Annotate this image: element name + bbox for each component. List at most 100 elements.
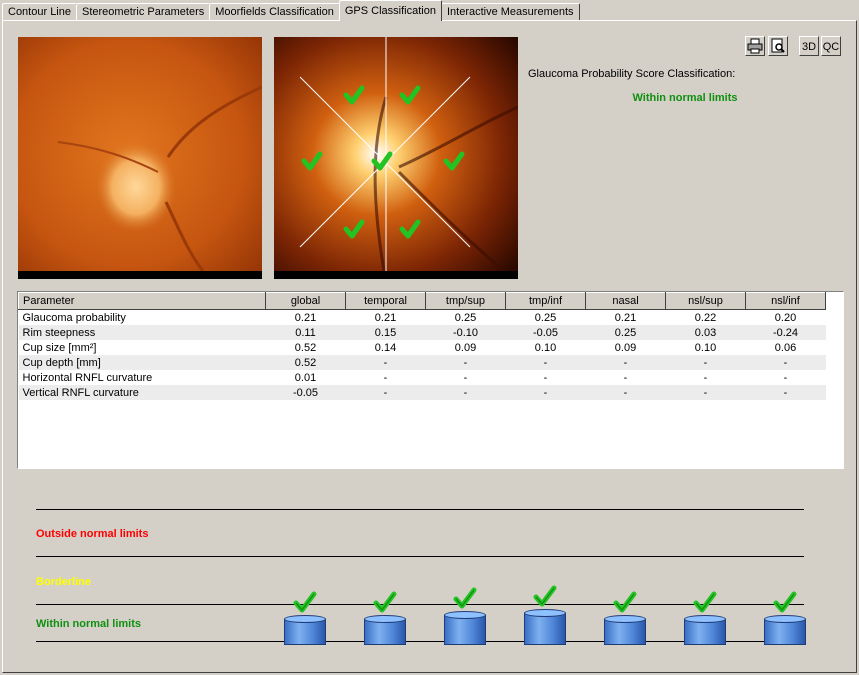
parameter-value-cell: -0.10 [425,325,506,340]
sector-bar [604,615,646,645]
tab-interactive-measurements[interactable]: Interactive Measurements [440,3,580,21]
table-header-row: Parameter global temporal tmp/sup tmp/in… [18,292,826,310]
check-icon [373,591,397,613]
sector-bar [364,615,406,645]
parameter-value-cell: 0.06 [774,341,797,354]
parameter-name-cell: Cup depth [mm] [18,355,266,370]
parameter-value-cell: -0.05 [505,325,586,340]
3d-button[interactable]: 3D [799,36,819,56]
parameter-value-cell: - [623,371,628,384]
column-header[interactable]: temporal [345,292,426,310]
parameter-value-cell: -0.05 [265,385,346,400]
topography-map [274,37,518,279]
parameter-value-cell: 0.09 [614,341,637,354]
parameter-value-cell: 0.22 [694,311,717,324]
parameter-value-cell: - [345,355,426,370]
sector-bar [684,615,726,645]
table-row[interactable]: Rim steepness 0.11 0.15 -0.10 -0.05 0.25 0.03-… [18,325,826,340]
parameter-name-cell: Horizontal RNFL curvature [22,371,153,384]
parameter-value-cell: - [505,385,586,400]
parameter-value-cell: 0.10 [694,341,717,354]
check-icon [293,591,317,613]
column-header[interactable]: global [265,292,346,310]
parameter-value-cell: 0.25 [534,311,557,324]
divider-line [36,509,804,510]
table-row[interactable]: Vertical RNFL curvature -0.05- - - - - - [18,385,826,400]
table-row[interactable]: Horizontal RNFL curvature 0.01 - - - - - - [19,370,826,385]
table-row[interactable]: Cup size [mm²] 0.52 0.14 0.09 0.10 0.09 0.10 0.… [19,340,826,355]
table-body: Glaucoma probability 0.21 0.21 0.25 0.25 0.21… [18,310,826,400]
column-header[interactable]: tmp/sup [425,292,506,310]
gps-classification-title: Glaucoma Probability Score Classificatio… [528,68,736,80]
tab-bar: Contour Line Stereometric Parameters Moo… [2,0,580,21]
parameter-value-cell: 0.25 [585,325,666,340]
sector-bar [764,615,806,645]
parameter-value-cell: - [665,385,746,400]
column-header[interactable]: nsl/inf [745,292,826,310]
parameter-value-cell: 0.21 [614,311,637,324]
tab-contour-line[interactable]: Contour Line [2,3,77,21]
print-preview-button[interactable] [768,36,788,56]
fundus-image [18,37,262,279]
parameter-value-cell: 0.20 [774,311,797,324]
parameter-value-cell: - [585,385,666,400]
table-row[interactable]: Cup depth [mm] 0.52- - - - - - [18,355,826,370]
check-icon [453,587,477,609]
sector-bar [524,609,566,645]
parameter-value-cell: 0.21 [294,311,317,324]
qc-button[interactable]: QC [821,36,841,56]
parameter-value-cell: 0.52 [265,355,346,370]
parameter-value-cell: - [703,371,708,384]
parameter-name-cell: Glaucoma probability [22,311,126,324]
parameter-table: Parameter global temporal tmp/sup tmp/in… [18,292,826,400]
parameter-value-cell: 0.03 [665,325,746,340]
check-icon [773,591,797,613]
divider-line [36,604,804,605]
check-icon [693,591,717,613]
tab-gps-classification[interactable]: GPS Classification [338,0,442,21]
parameter-value-cell: - [745,355,826,370]
print-preview-icon [771,38,785,53]
parameter-value-cell: - [585,355,666,370]
divider-line [36,556,804,557]
printer-icon [747,38,763,54]
parameter-value-cell: - [783,371,788,384]
parameter-name-cell: Rim steepness [18,325,266,340]
parameter-table-container: Parameter global temporal tmp/sup tmp/in… [17,291,844,469]
tab-moorfields-classification[interactable]: Moorfields Classification [209,3,340,21]
parameter-value-cell: 0.52 [294,341,317,354]
parameter-value-cell: 0.15 [345,325,426,340]
parameter-value-cell: - [345,385,426,400]
print-button[interactable] [745,36,765,56]
column-header[interactable]: nsl/sup [665,292,746,310]
tab-stereometric-parameters[interactable]: Stereometric Parameters [76,3,211,21]
parameter-value-cell: - [745,385,826,400]
column-header[interactable]: tmp/inf [505,292,586,310]
parameter-value-cell: - [383,371,388,384]
parameter-value-cell: - [425,355,506,370]
parameter-value-cell: 0.01 [294,371,317,384]
check-icon [533,585,557,607]
column-header[interactable]: Parameter [18,292,266,310]
parameter-name-cell: Cup size [mm²] [22,341,97,354]
parameter-value-cell: 0.09 [454,341,477,354]
parameter-value-cell: - [505,355,586,370]
borderline-label: Borderline [36,576,92,588]
sector-bar [284,615,326,645]
topography-image [274,37,518,279]
parameter-value-cell: - [543,371,548,384]
parameter-name-cell: Vertical RNFL curvature [18,385,266,400]
parameter-value-cell: -0.24 [745,325,826,340]
parameter-value-cell: 0.10 [534,341,557,354]
parameter-value-cell: - [463,371,468,384]
parameter-value-cell: 0.21 [374,311,397,324]
parameter-value-cell: - [425,385,506,400]
check-icon [613,591,637,613]
parameter-value-cell: 0.14 [374,341,397,354]
fundus-photo [18,37,262,279]
table-row[interactable]: Glaucoma probability 0.21 0.21 0.25 0.25 0.21… [19,310,826,326]
parameter-value-cell: 0.25 [454,311,477,324]
within-normal-limits-label: Within normal limits [36,618,142,630]
gps-classification-result: Within normal limits [632,92,738,104]
column-header[interactable]: nasal [585,292,666,310]
